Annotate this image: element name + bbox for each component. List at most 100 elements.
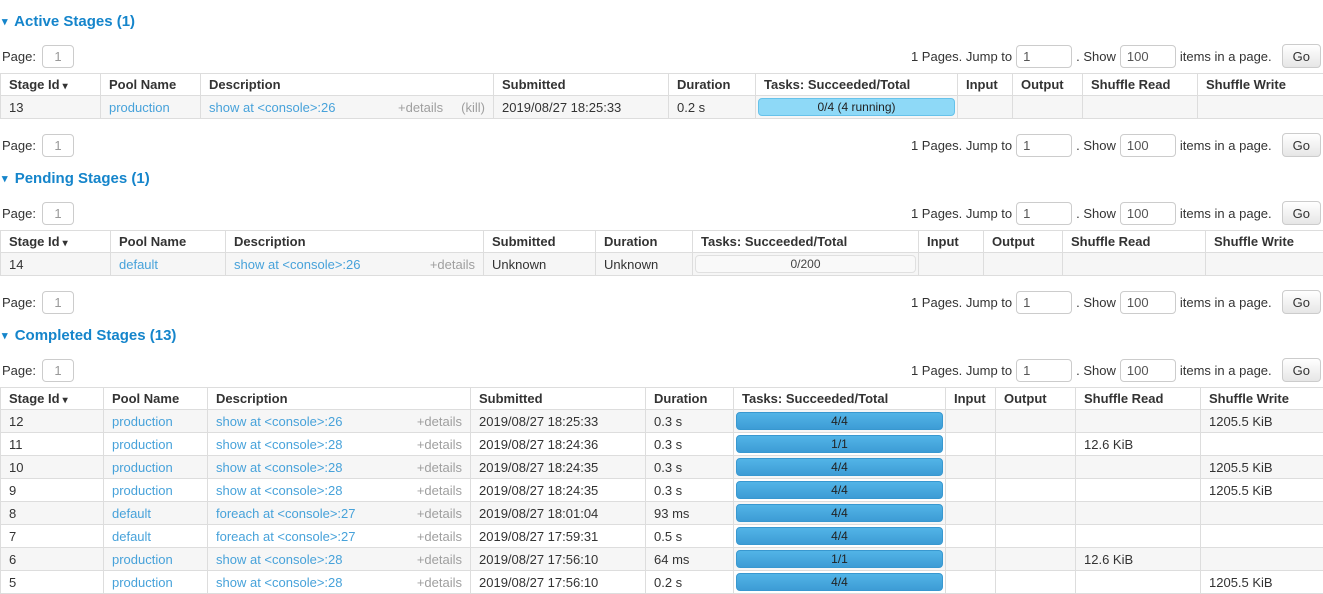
col-pool-name[interactable]: Pool Name (101, 74, 201, 96)
col-input[interactable]: Input (919, 231, 984, 253)
pool-name-link[interactable]: production (112, 575, 173, 590)
stage-row: 6productionshow at <console>:28+details2… (1, 548, 1323, 571)
col-shuffle-write[interactable]: Shuffle Write (1201, 388, 1323, 410)
description-link[interactable]: show at <console>:28 (216, 437, 342, 452)
pool-name-cell: production (104, 548, 208, 571)
go-button[interactable]: Go (1282, 44, 1321, 68)
tasks-cell: 4/4 (734, 479, 946, 502)
pager-row: Page: 1 Pages. Jump to . Show items in a… (0, 201, 1323, 225)
jump-to-page-input[interactable] (1016, 291, 1072, 314)
col-duration[interactable]: Duration (596, 231, 693, 253)
description-link[interactable]: show at <console>:26 (234, 257, 360, 272)
items-per-page-input[interactable] (1120, 291, 1176, 314)
description-link[interactable]: show at <console>:28 (216, 575, 342, 590)
pool-name-link[interactable]: production (112, 483, 173, 498)
stage-id-cell: 12 (1, 410, 104, 433)
description-link[interactable]: show at <console>:26 (216, 414, 342, 429)
pool-name-link[interactable]: default (112, 506, 151, 521)
section-title-completed-stages[interactable]: ▾ Completed Stages (13) (2, 327, 1323, 344)
description-link[interactable]: show at <console>:26 (209, 100, 335, 115)
pool-name-link[interactable]: production (112, 552, 173, 567)
section-title-pending-stages[interactable]: ▾ Pending Stages (1) (2, 170, 1323, 187)
pool-name-link[interactable]: production (112, 414, 173, 429)
col-description[interactable]: Description (226, 231, 484, 253)
stage-id-cell: 11 (1, 433, 104, 456)
go-button[interactable]: Go (1282, 358, 1321, 382)
section-title-active-stages[interactable]: ▾ Active Stages (1) (2, 13, 1323, 30)
page-number-input[interactable] (42, 134, 74, 157)
jump-to-page-input[interactable] (1016, 202, 1072, 225)
description-link[interactable]: show at <console>:28 (216, 552, 342, 567)
col-description[interactable]: Description (201, 74, 494, 96)
pool-name-link[interactable]: production (112, 437, 173, 452)
details-toggle[interactable]: +details (417, 483, 462, 498)
pool-name-link[interactable]: default (112, 529, 151, 544)
show-label: . Show (1076, 138, 1116, 153)
col-shuffle-read[interactable]: Shuffle Read (1063, 231, 1206, 253)
col-input[interactable]: Input (946, 388, 996, 410)
col-shuffle-write[interactable]: Shuffle Write (1206, 231, 1323, 253)
shuffle-read-cell: 12.6 KiB (1076, 433, 1201, 456)
col-tasks[interactable]: Tasks: Succeeded/Total (734, 388, 946, 410)
col-input[interactable]: Input (958, 74, 1013, 96)
go-button[interactable]: Go (1282, 201, 1321, 225)
col-pool-name[interactable]: Pool Name (111, 231, 226, 253)
go-button[interactable]: Go (1282, 133, 1321, 157)
details-toggle[interactable]: +details (417, 575, 462, 590)
page-number-input[interactable] (42, 359, 74, 382)
col-shuffle-read[interactable]: Shuffle Read (1076, 388, 1201, 410)
items-per-page-input[interactable] (1120, 45, 1176, 68)
description-link[interactable]: foreach at <console>:27 (216, 529, 356, 544)
col-tasks[interactable]: Tasks: Succeeded/Total (693, 231, 919, 253)
output-cell (996, 410, 1076, 433)
pool-name-link[interactable]: default (119, 257, 158, 272)
details-toggle[interactable]: +details (417, 460, 462, 475)
col-stage-id[interactable]: Stage Id▾ (1, 74, 101, 96)
pool-name-link[interactable]: production (109, 100, 170, 115)
col-submitted[interactable]: Submitted (494, 74, 669, 96)
col-stage-id[interactable]: Stage Id▾ (1, 388, 104, 410)
details-toggle[interactable]: +details (417, 506, 462, 521)
details-toggle[interactable]: +details (417, 529, 462, 544)
go-button[interactable]: Go (1282, 290, 1321, 314)
items-per-page-input[interactable] (1120, 134, 1176, 157)
details-toggle[interactable]: +details (417, 414, 462, 429)
details-toggle[interactable]: +details (430, 257, 475, 272)
kill-link[interactable]: (kill) (461, 100, 485, 115)
stage-id-cell: 5 (1, 571, 104, 594)
pool-name-cell: production (104, 433, 208, 456)
page-number-input[interactable] (42, 45, 74, 68)
tasks-cell: 0/200 (693, 253, 919, 276)
pool-name-link[interactable]: production (112, 460, 173, 475)
col-output[interactable]: Output (984, 231, 1063, 253)
col-submitted[interactable]: Submitted (471, 388, 646, 410)
col-description[interactable]: Description (208, 388, 471, 410)
col-duration[interactable]: Duration (646, 388, 734, 410)
col-shuffle-write[interactable]: Shuffle Write (1198, 74, 1323, 96)
col-tasks[interactable]: Tasks: Succeeded/Total (756, 74, 958, 96)
description-link[interactable]: show at <console>:28 (216, 460, 342, 475)
description-link[interactable]: foreach at <console>:27 (216, 506, 356, 521)
col-duration[interactable]: Duration (669, 74, 756, 96)
jump-to-page-input[interactable] (1016, 134, 1072, 157)
details-toggle[interactable]: +details (417, 552, 462, 567)
details-toggle[interactable]: +details (417, 437, 462, 452)
jump-to-page-input[interactable] (1016, 45, 1072, 68)
col-output[interactable]: Output (1013, 74, 1083, 96)
page-number-input[interactable] (42, 202, 74, 225)
items-per-page-input[interactable] (1120, 202, 1176, 225)
col-pool-name[interactable]: Pool Name (104, 388, 208, 410)
stage-row: 5productionshow at <console>:28+details2… (1, 571, 1323, 594)
items-per-page-input[interactable] (1120, 359, 1176, 382)
active-stages-table: Stage Id▾ Pool Name Description Submitte… (0, 73, 1323, 119)
jump-to-page-input[interactable] (1016, 359, 1072, 382)
col-submitted[interactable]: Submitted (484, 231, 596, 253)
pages-count-text: 1 Pages. Jump to (911, 363, 1012, 378)
description-link[interactable]: show at <console>:28 (216, 483, 342, 498)
collapse-arrow-icon: ▾ (2, 173, 8, 185)
page-number-input[interactable] (42, 291, 74, 314)
col-output[interactable]: Output (996, 388, 1076, 410)
details-toggle[interactable]: +details (398, 100, 443, 115)
col-stage-id[interactable]: Stage Id▾ (1, 231, 111, 253)
col-shuffle-read[interactable]: Shuffle Read (1083, 74, 1198, 96)
